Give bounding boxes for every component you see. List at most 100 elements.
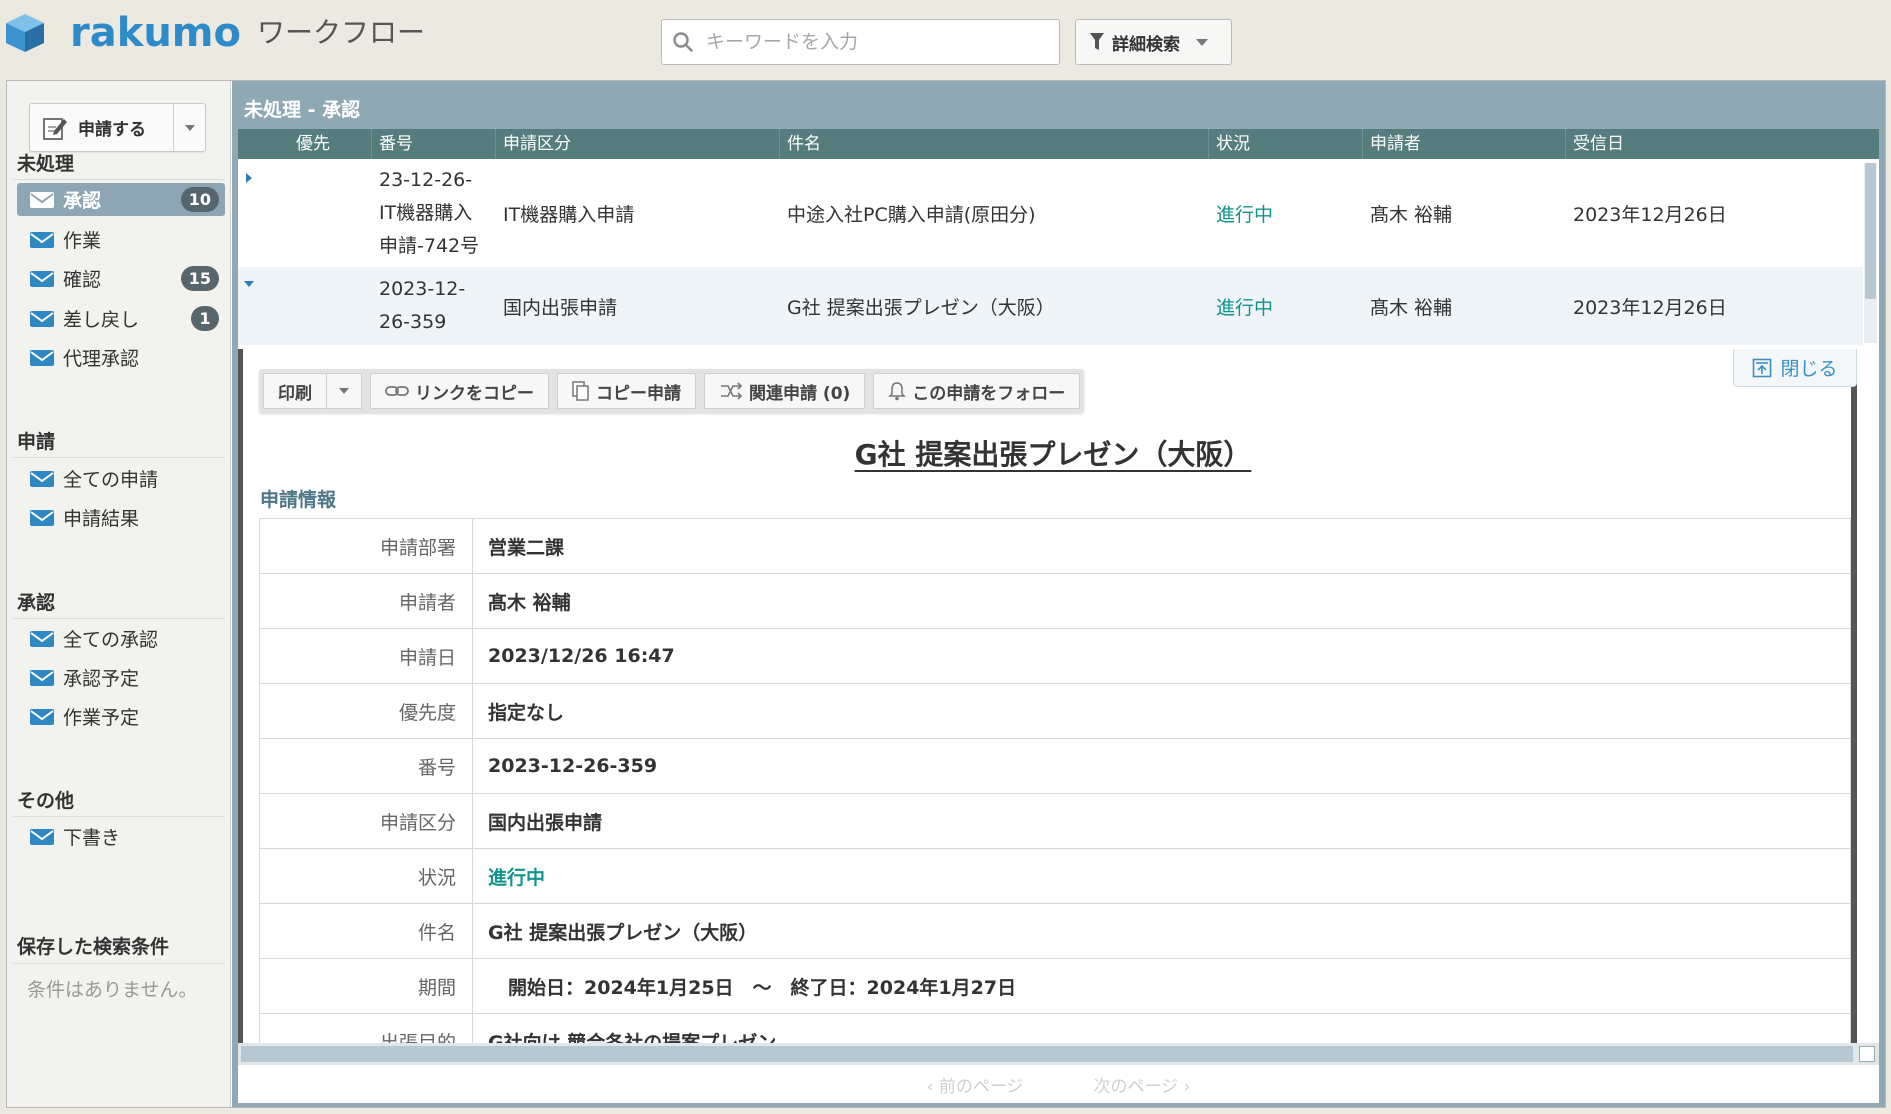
- apply-button-label: 申請する: [78, 120, 146, 140]
- table-row[interactable]: 23-12-26- IT機器購入 申請-742号 IT機器購入申請 中途入社PC…: [238, 159, 1863, 267]
- column-header-subject[interactable]: 件名: [780, 129, 1209, 159]
- sidebar-item-all-applications[interactable]: 全ての申請: [17, 462, 225, 495]
- copy-application-label: コピー申請: [596, 383, 681, 404]
- mail-icon: [30, 191, 54, 208]
- expand-arrow-icon[interactable]: [246, 173, 252, 183]
- section-title-applications: 申請: [17, 431, 56, 453]
- cell-number-line: IT機器購入: [379, 201, 473, 224]
- app-name: ワークフロー: [256, 16, 425, 49]
- count-badge: 15: [180, 266, 219, 291]
- cell-subject: G社 提案出張プレゼン（大阪）: [787, 296, 1055, 319]
- follow-application-button[interactable]: この申請をフォロー: [873, 373, 1081, 409]
- close-detail-button[interactable]: 閉じる: [1733, 349, 1857, 387]
- field-label: 申請者: [259, 573, 473, 629]
- column-header-priority[interactable]: 優先: [238, 129, 372, 159]
- mail-icon: [30, 708, 54, 725]
- collapse-arrow-icon[interactable]: [244, 281, 254, 287]
- field-value: 指定なし: [472, 683, 1851, 739]
- field-label: 申請日: [259, 628, 473, 684]
- section-title-approvals: 承認: [17, 592, 56, 614]
- sidebar-item-approval[interactable]: 承認 10: [17, 183, 225, 216]
- column-header-number[interactable]: 番号: [372, 129, 496, 159]
- info-row-category: 申請区分 国内出張申請: [259, 793, 1851, 849]
- field-label: 期間: [259, 958, 473, 1014]
- mail-icon: [30, 270, 54, 287]
- application-list: 23-12-26- IT機器購入 申請-742号 IT機器購入申請 中途入社PC…: [238, 159, 1879, 349]
- section-divider: [13, 963, 225, 964]
- prev-page-link[interactable]: ‹ 前のページ: [927, 1072, 1024, 1097]
- scrollbar-thumb[interactable]: [241, 1046, 1853, 1062]
- horizontal-scrollbar[interactable]: [238, 1043, 1879, 1065]
- related-applications-button[interactable]: 関連申請 (0): [704, 373, 866, 409]
- scrollbar-corner: [1859, 1046, 1875, 1062]
- related-applications-label: 関連申請 (0): [749, 383, 851, 404]
- sidebar: 申請する 未処理 承認 10 作業 確認 15 差し戻し 1 代理承認 申請 全…: [7, 81, 231, 1107]
- print-button-group: 印刷: [263, 373, 362, 409]
- sidebar-item-sent-back[interactable]: 差し戻し 1: [17, 302, 225, 335]
- application-title-text: G社 提案出張プレゼン（大阪）: [854, 438, 1252, 471]
- info-row-period: 期間 開始日：2024年1月25日 ～ 終了日：2024年1月27日: [259, 958, 1851, 1014]
- link-icon: [385, 386, 409, 396]
- print-label: 印刷: [278, 383, 312, 404]
- sidebar-item-confirm[interactable]: 確認 15: [17, 262, 225, 295]
- advanced-search-button[interactable]: 詳細検索: [1075, 19, 1232, 65]
- copy-application-button[interactable]: コピー申請: [557, 373, 696, 409]
- main-pane: 未処理 - 承認 優先 番号 申請区分 件名 状況 申請者 受信日 23-12-…: [232, 81, 1885, 1107]
- sidebar-item-scheduled-approvals[interactable]: 承認予定: [17, 661, 225, 694]
- scrollbar-thumb[interactable]: [1865, 163, 1876, 299]
- next-page-link[interactable]: 次のページ ›: [1094, 1072, 1191, 1097]
- field-value: 開始日：2024年1月25日 ～ 終了日：2024年1月27日: [472, 958, 1851, 1014]
- apply-dropdown-toggle[interactable]: [174, 124, 205, 131]
- sidebar-item-label: 全ての申請: [63, 469, 159, 491]
- info-row-subject: 件名 G社 提案出張プレゼン（大阪）: [259, 903, 1851, 959]
- column-header-applicant[interactable]: 申請者: [1363, 129, 1566, 159]
- info-row-department: 申請部署 営業二課: [259, 518, 1851, 574]
- prev-page-label: 前のページ: [938, 1076, 1024, 1097]
- info-row-status: 状況 進行中: [259, 848, 1851, 904]
- cell-number-line: 26-359: [379, 311, 447, 333]
- copy-link-button[interactable]: リンクをコピー: [370, 373, 549, 409]
- sidebar-item-label: 確認: [63, 269, 102, 291]
- table-row-selected[interactable]: 2023-12- 26-359 国内出張申請 G社 提案出張プレゼン（大阪） 進…: [238, 267, 1863, 345]
- mail-icon: [30, 470, 54, 487]
- cell-applicant: 髙木 裕輔: [1370, 203, 1453, 226]
- app-logo[interactable]: rakumo ワークフロー: [4, 10, 425, 56]
- field-label: 番号: [259, 738, 473, 794]
- cell-number-line: 申請-742号: [379, 234, 480, 257]
- print-button[interactable]: 印刷: [263, 373, 326, 409]
- info-row-purpose: 出張目的 G社向け 競合各社の提案プレゼン: [259, 1013, 1851, 1043]
- column-header-status[interactable]: 状況: [1209, 129, 1363, 159]
- mail-icon: [30, 669, 54, 686]
- bell-icon: [888, 382, 907, 401]
- chevron-down-icon: [339, 388, 349, 394]
- list-scrollbar[interactable]: [1864, 163, 1877, 343]
- field-value: 2023/12/26 16:47: [472, 628, 1851, 684]
- column-header-received[interactable]: 受信日: [1566, 129, 1879, 159]
- sidebar-item-proxy-approval[interactable]: 代理承認: [17, 341, 225, 374]
- filter-icon: [1090, 33, 1104, 50]
- search-input[interactable]: [704, 30, 1044, 54]
- column-header-category[interactable]: 申請区分: [496, 129, 780, 159]
- cell-number: 2023-12- 26-359: [372, 273, 496, 339]
- page-title: 未処理 - 承認: [244, 99, 361, 121]
- sidebar-item-task[interactable]: 作業: [17, 223, 225, 256]
- sidebar-item-application-results[interactable]: 申請結果: [17, 501, 225, 534]
- sidebar-item-label: 承認: [63, 190, 102, 212]
- chevron-down-icon: [1196, 38, 1208, 46]
- detail-scrollbar[interactable]: [1851, 379, 1857, 1043]
- sidebar-item-drafts[interactable]: 下書き: [17, 820, 225, 853]
- mail-icon: [30, 310, 54, 327]
- related-icon: [721, 382, 743, 400]
- field-value: G社 提案出張プレゼン（大阪）: [472, 903, 1851, 959]
- cell-received: 2023年12月26日: [1573, 203, 1727, 226]
- mail-icon: [30, 231, 54, 248]
- field-label: 件名: [259, 903, 473, 959]
- info-row-priority: 優先度 指定なし: [259, 683, 1851, 739]
- apply-button[interactable]: 申請する: [30, 104, 174, 151]
- sidebar-item-all-approvals[interactable]: 全ての承認: [17, 622, 225, 655]
- close-label: 閉じる: [1780, 358, 1838, 380]
- sidebar-item-scheduled-tasks[interactable]: 作業予定: [17, 700, 225, 733]
- print-dropdown-toggle[interactable]: [326, 373, 362, 409]
- cell-category: 国内出張申請: [503, 296, 618, 319]
- mail-icon: [30, 349, 54, 366]
